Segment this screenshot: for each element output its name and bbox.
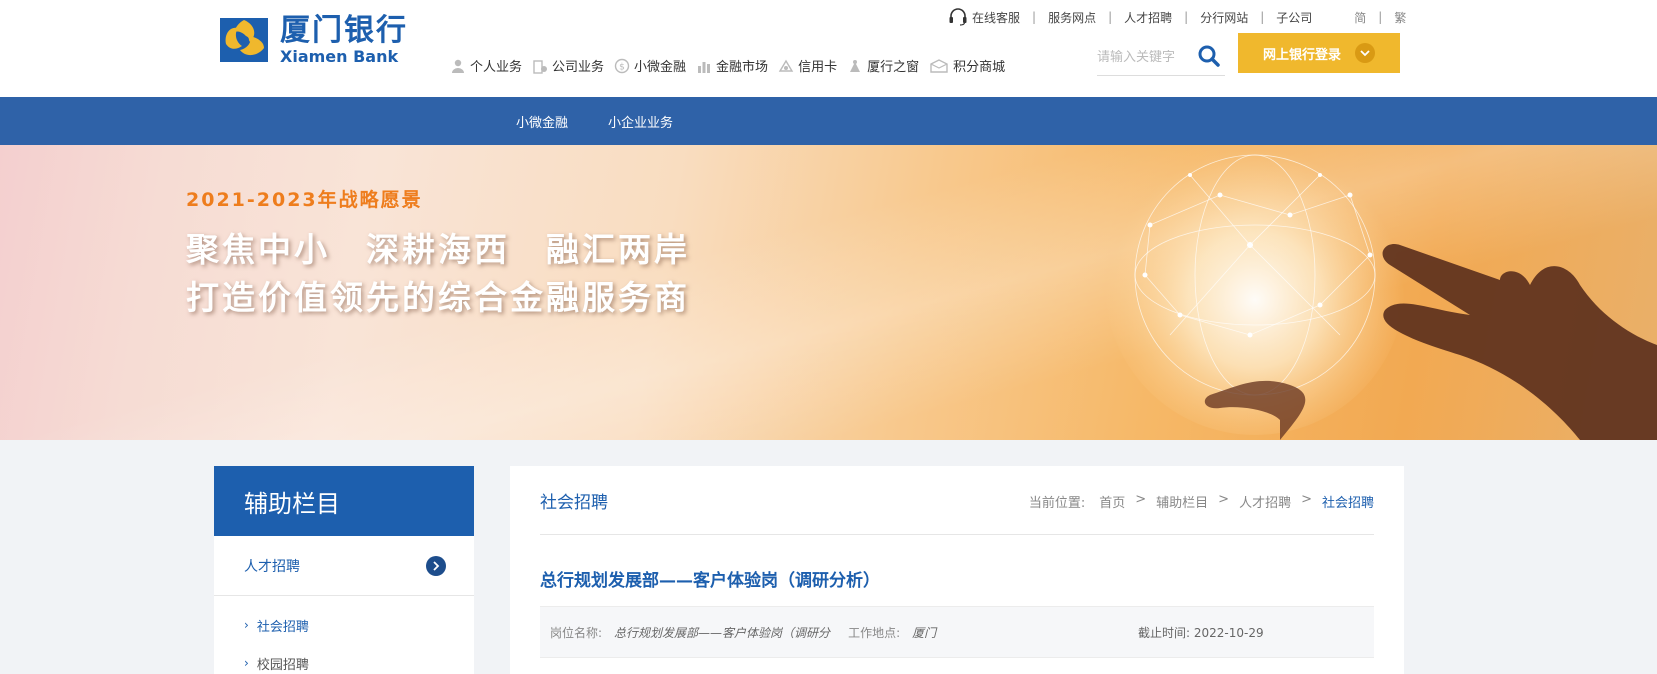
bank-logo[interactable]: 厦门银行 Xiamen Bank [220, 14, 408, 66]
toplink-subsidiaries[interactable]: 子公司 [1276, 9, 1312, 26]
location-value: 厦门 [912, 625, 937, 640]
chevron-right-icon [426, 556, 446, 576]
deadline-value: 2022-10-29 [1193, 625, 1264, 640]
lang-simplified[interactable]: 简 [1354, 9, 1366, 26]
deadline: 截止时间: 2022-10-29 [1138, 624, 1264, 641]
hero-banner: 2021-2023年战略愿景 聚焦中小 深耕海西 融汇两岸 打造价值领先的综合金… [0, 145, 1657, 440]
sidebar-item-recruitment[interactable]: 人才招聘 [214, 536, 474, 596]
job-info-row[interactable]: 岗位名称: 总行规划发展部——客户体验岗（调研分 工作地点: 厦门 截止时间: … [540, 606, 1374, 658]
lang-traditional[interactable]: 繁 [1394, 9, 1406, 26]
job-title[interactable]: 总行规划发展部——客户体验岗（调研分析） [540, 566, 880, 591]
hands-graphic [1204, 244, 1657, 440]
chevron-right-icon: › [244, 618, 249, 632]
nav-label: 金融市场 [716, 60, 769, 75]
breadcrumb-auxiliary[interactable]: 辅助栏目 [1156, 492, 1208, 511]
breadcrumb-separator: > [1218, 492, 1230, 507]
sidebar-item-label: 人才招聘 [244, 558, 300, 575]
main-nav: 个人业务 公司业务 $ 小微金融 金融市场 信用卡 厦行之窗 积分商城 [450, 56, 1015, 75]
gift-icon [930, 58, 948, 73]
search-input[interactable] [1097, 50, 1193, 65]
person-icon [452, 59, 464, 73]
deadline-label: 截止时间: [1138, 625, 1191, 640]
location-label: 工作地点: [848, 625, 901, 640]
breadcrumb-current[interactable]: 社会招聘 [1322, 492, 1374, 511]
logo-english-name: Xiamen Bank [280, 47, 399, 66]
divider: | [1108, 10, 1113, 24]
banner-slogan-line2: 打造价值领先的综合金融服务商 [186, 278, 690, 317]
toplink-service-outlets[interactable]: 服务网点 [1048, 9, 1096, 26]
sidebar-title: 辅助栏目 [214, 466, 474, 536]
search-icon[interactable] [1197, 44, 1221, 72]
toplink-recruitment[interactable]: 人才招聘 [1124, 9, 1172, 26]
position-value: 总行规划发展部——客户体验岗（调研分 [614, 625, 831, 640]
subnav-item-small-business[interactable]: 小企业业务 [608, 112, 673, 131]
banner-slogan-line1: 聚焦中小 深耕海西 融汇两岸 [186, 230, 690, 269]
svg-text:$: $ [619, 62, 625, 72]
nav-bank-window[interactable]: 厦行之窗 [847, 56, 919, 75]
nav-financial-market[interactable]: 金融市场 [696, 56, 768, 75]
chart-building-icon [698, 61, 711, 73]
sidebar-subitem-social-recruitment[interactable]: › 社会招聘 [214, 606, 474, 644]
nav-label: 公司业务 [552, 60, 605, 75]
online-banking-login-button[interactable]: 网上银行登录 [1238, 33, 1400, 73]
page-title: 社会招聘 [540, 493, 608, 513]
chevron-right-icon: › [244, 656, 249, 670]
breadcrumb-separator: > [1135, 492, 1147, 507]
building-icon [533, 59, 548, 74]
nav-label: 厦行之窗 [867, 60, 920, 75]
headset-icon [948, 8, 968, 26]
nav-points-mall[interactable]: 积分商城 [929, 56, 1005, 75]
toplink-online-service[interactable]: 在线客服 [972, 9, 1020, 26]
sidebar-subitem-label: 社会招聘 [256, 619, 309, 635]
sidebar-subitem-campus-recruitment[interactable]: › 校园招聘 [214, 644, 474, 674]
window-icon [850, 59, 861, 72]
nav-label: 积分商城 [953, 60, 1006, 75]
header: 厦门银行 Xiamen Bank 在线客服 | 服务网点 | 人才招聘 | 分行… [0, 0, 1657, 97]
logo-chinese-name: 厦门银行 [280, 13, 408, 48]
position-label: 岗位名称: [550, 625, 603, 640]
breadcrumb: 当前位置: 首页 > 辅助栏目 > 人才招聘 > 社会招聘 [1029, 492, 1374, 511]
login-label: 网上银行登录 [1262, 47, 1341, 63]
search-box [1097, 40, 1225, 76]
divider: | [1260, 10, 1265, 24]
content-panel: 社会招聘 当前位置: 首页 > 辅助栏目 > 人才招聘 > 社会招聘 总行规划发… [510, 466, 1404, 674]
divider: | [1032, 10, 1037, 24]
sub-nav: 小微金融 小企业业务 [0, 97, 1657, 145]
nav-personal[interactable]: 个人业务 [450, 56, 522, 75]
chevron-down-icon [1355, 43, 1375, 63]
card-icon [778, 59, 794, 72]
breadcrumb-separator: > [1301, 492, 1312, 507]
nav-label: 信用卡 [798, 60, 838, 75]
nav-label: 个人业务 [470, 60, 523, 75]
coin-icon: $ [614, 58, 630, 73]
nav-credit-card[interactable]: 信用卡 [778, 56, 837, 75]
divider [540, 534, 1374, 535]
divider: | [1378, 10, 1383, 24]
breadcrumb-home[interactable]: 首页 [1099, 492, 1125, 511]
banner-vision-title: 2021-2023年战略愿景 [186, 189, 423, 211]
breadcrumb-label: 当前位置: [1028, 496, 1086, 511]
subnav-item-micro-finance[interactable]: 小微金融 [516, 112, 568, 131]
logo-mark-icon [220, 14, 272, 66]
toplink-branch-sites[interactable]: 分行网站 [1200, 9, 1248, 26]
sidebar: 辅助栏目 人才招聘 › 社会招聘 › 校园招聘 [214, 466, 474, 674]
divider: | [1184, 10, 1189, 24]
nav-micro-finance[interactable]: $ 小微金融 [614, 56, 686, 75]
sidebar-subitem-label: 校园招聘 [256, 657, 309, 673]
nav-label: 小微金融 [634, 60, 687, 75]
breadcrumb-recruitment[interactable]: 人才招聘 [1239, 492, 1291, 511]
nav-corporate[interactable]: 公司业务 [532, 56, 604, 75]
top-links: 在线客服 | 服务网点 | 人才招聘 | 分行网站 | 子公司 简 | 繁 [948, 8, 1406, 26]
